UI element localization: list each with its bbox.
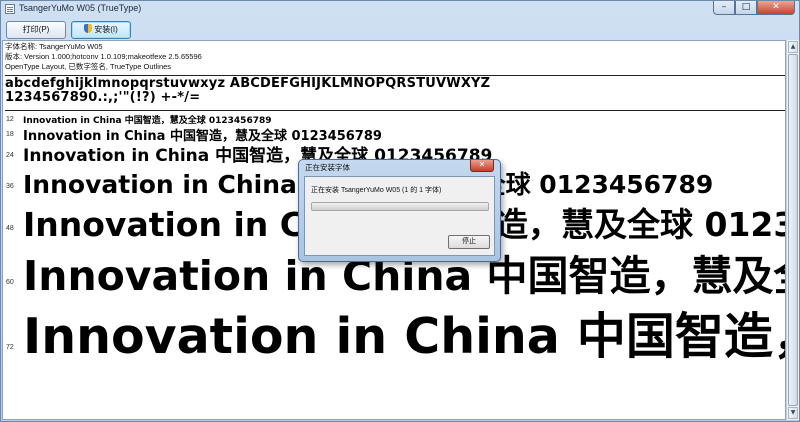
size-label-60: 60 xyxy=(6,279,14,286)
minimize-button[interactable]: – xyxy=(713,1,735,15)
toolbar: 打印(P) 安装(I) xyxy=(1,19,799,41)
stop-button[interactable]: 停止 xyxy=(448,235,490,249)
window-title: TsangerYuMo W05 (TrueType) xyxy=(19,3,142,13)
progress-fill xyxy=(312,203,488,210)
size-label-36: 36 xyxy=(6,183,14,190)
charset-letters: abcdefghijklmnopqrstuvwxyz ABCDEFGHIJKLM… xyxy=(5,76,491,91)
uac-shield-icon xyxy=(84,24,93,33)
scroll-up-button[interactable]: ▲ xyxy=(788,41,798,53)
print-button[interactable]: 打印(P) xyxy=(6,21,66,39)
version-line: 版本: Version 1.000;hotconv 1.0.109;makeot… xyxy=(5,52,202,61)
install-button-label: 安装(I) xyxy=(94,25,118,34)
install-button[interactable]: 安装(I) xyxy=(71,21,131,39)
installing-font-dialog: 正在安装字体 ✕ 正在安装 TsangerYuMo W05 (1 的 1 字体)… xyxy=(298,159,501,262)
scroll-down-button[interactable]: ▼ xyxy=(788,407,798,419)
size-label-18: 18 xyxy=(6,131,14,138)
dialog-body: 正在安装 TsangerYuMo W05 (1 的 1 字体) 停止 xyxy=(304,176,495,256)
font-info: 字体名称: TsangerYuMo W05 版本: Version 1.000;… xyxy=(5,42,202,72)
features-line: OpenType Layout, 已数字签名, TrueType Outline… xyxy=(5,62,172,71)
divider xyxy=(5,110,785,111)
dialog-close-button[interactable]: ✕ xyxy=(470,160,494,172)
dialog-title: 正在安装字体 xyxy=(305,163,350,172)
size-label-72: 72 xyxy=(6,344,14,351)
scroll-thumb[interactable] xyxy=(788,54,798,406)
title-bar: TsangerYuMo W05 (TrueType) – □ ✕ xyxy=(1,1,799,17)
close-button[interactable]: ✕ xyxy=(757,1,795,15)
character-set: abcdefghijklmnopqrstuvwxyz ABCDEFGHIJKLM… xyxy=(5,77,490,105)
vertical-scrollbar[interactable]: ▲ ▼ xyxy=(786,40,799,420)
caption-buttons: – □ ✕ xyxy=(713,1,795,15)
install-status-text: 正在安装 TsangerYuMo W05 (1 的 1 字体) xyxy=(311,187,442,194)
font-name-line: 字体名称: TsangerYuMo W05 xyxy=(5,42,103,51)
charset-digits: 1234567890.:,;'"(!?) +-*/= xyxy=(5,90,201,105)
sample-text-72: Innovation in China 中国智造，慧及全球 0123456789 xyxy=(23,308,785,365)
size-label-12: 12 xyxy=(6,116,14,123)
maximize-button[interactable]: □ xyxy=(735,1,757,15)
size-label-48: 48 xyxy=(6,225,14,232)
install-progress-bar xyxy=(311,202,489,211)
document-icon xyxy=(5,4,15,14)
size-label-24: 24 xyxy=(6,152,14,159)
